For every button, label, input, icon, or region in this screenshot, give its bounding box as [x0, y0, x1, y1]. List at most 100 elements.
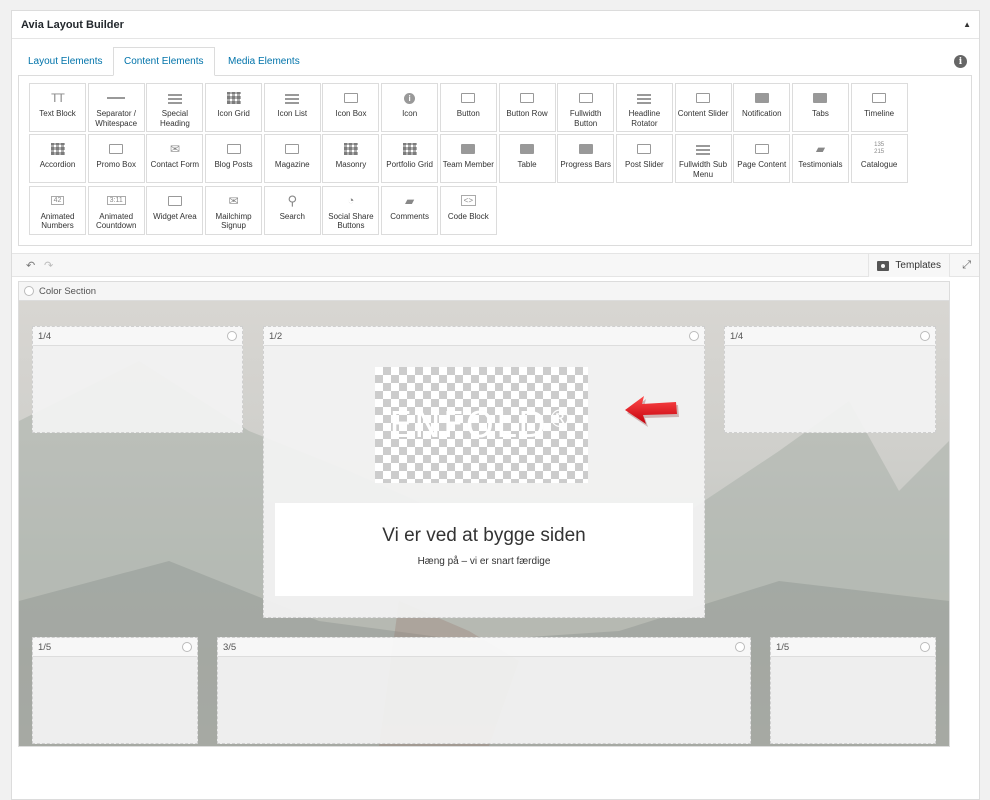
element-table[interactable]: Table: [498, 134, 556, 184]
column-one-fourth-left[interactable]: 1/4: [32, 326, 243, 433]
icon-list-icon: [282, 91, 302, 105]
content-slider-icon: [693, 91, 713, 105]
element-code-block[interactable]: <> Code Block: [439, 185, 497, 235]
icon-glyph: TT: [51, 91, 65, 105]
element-button-row[interactable]: Button Row: [498, 83, 556, 132]
logo-image[interactable]: ENFOLD®: [375, 367, 588, 483]
element-testimonials[interactable]: ▰ Testimonials: [791, 134, 849, 184]
element-headline-rotator[interactable]: Headline Rotator: [615, 83, 673, 132]
element-tabs[interactable]: Tabs: [791, 83, 849, 132]
panel-header[interactable]: Avia Layout Builder ▲: [12, 11, 979, 39]
element-contact-form[interactable]: ✉ Contact Form: [146, 134, 204, 184]
element-team-member[interactable]: Team Member: [439, 134, 497, 184]
element-label: Animated Countdown: [95, 211, 137, 231]
redo-icon[interactable]: ↷: [44, 259, 53, 272]
element-search[interactable]: ⚲ Search: [263, 185, 321, 235]
element-special-heading[interactable]: Special Heading: [146, 83, 204, 132]
tab-media-elements[interactable]: Media Elements: [218, 47, 310, 76]
element-label: Promo Box: [96, 160, 136, 170]
element-label: Icon: [402, 109, 418, 118]
element-label: Icon Box: [335, 109, 367, 118]
icon-glyph: ✉: [228, 193, 239, 208]
column-three-fifth[interactable]: 3/5: [217, 637, 751, 744]
undo-icon[interactable]: ↶: [26, 259, 35, 272]
element-label: Catalogue: [860, 160, 898, 170]
element-widget-area[interactable]: Widget Area: [146, 185, 204, 235]
element-promo-box[interactable]: Promo Box: [87, 134, 145, 184]
element-notification[interactable]: Notification: [733, 83, 791, 132]
team-icon: [458, 142, 478, 156]
element-post-slider[interactable]: Post Slider: [615, 134, 673, 184]
widget-area-icon: [165, 194, 185, 208]
icon-glyph: 215: [874, 149, 885, 156]
element-label: Portfolio Grid: [386, 160, 433, 170]
element-blog-posts[interactable]: Blog Posts: [205, 134, 263, 184]
icon-glyph: [109, 144, 124, 155]
column-radio-icon[interactable]: [182, 642, 192, 652]
icon-glyph: [226, 144, 241, 155]
tab-layout-elements[interactable]: Layout Elements: [18, 47, 113, 76]
element-mailchimp-signup[interactable]: ✉ Mailchimp Signup: [205, 185, 263, 235]
icon-glyph: [402, 143, 417, 156]
element-catalogue[interactable]: 135 215 Catalogue: [850, 134, 908, 184]
element-text-block[interactable]: TT Text Block: [29, 83, 86, 132]
element-fullwidth-button[interactable]: Fullwidth Button: [557, 83, 615, 132]
element-progress-bars[interactable]: Progress Bars: [557, 134, 615, 184]
icon-glyph: [226, 92, 241, 104]
element-page-content[interactable]: Page Content: [733, 134, 791, 184]
builder-toolbar: ↶ ↷ Templates ⤢: [12, 253, 979, 277]
column-radio-icon[interactable]: [920, 331, 930, 341]
element-animated-countdown[interactable]: 3:11 Animated Countdown: [87, 185, 145, 235]
element-timeline[interactable]: Timeline: [850, 83, 908, 132]
column-one-half[interactable]: 1/2 ENFOLD® Vi er ved at bygge siden Hæn…: [263, 326, 705, 618]
color-section-header[interactable]: Color Section: [19, 282, 949, 301]
element-icon-grid[interactable]: Icon Grid: [205, 83, 263, 132]
column-size-label: 1/5: [776, 641, 790, 653]
notification-icon: [752, 91, 772, 105]
icon-glyph: [637, 144, 652, 155]
element-accordion[interactable]: Accordion: [29, 134, 86, 184]
section-radio-icon[interactable]: [24, 286, 34, 296]
text-block[interactable]: Vi er ved at bygge siden Hæng på – vi er…: [275, 503, 693, 596]
info-icon[interactable]: i: [954, 55, 967, 68]
element-portfolio-grid[interactable]: Portfolio Grid: [381, 134, 439, 184]
column-header: 3/5: [218, 638, 750, 657]
elements-grid: TT Text Block Separator / Whitespace Specia…: [29, 83, 971, 235]
element-icon-list[interactable]: Icon List: [263, 83, 321, 132]
element-masonry[interactable]: Masonry: [322, 134, 380, 184]
element-button[interactable]: Button: [439, 83, 497, 132]
column-one-fourth-right[interactable]: 1/4: [724, 326, 936, 433]
column-radio-icon[interactable]: [920, 642, 930, 652]
element-icon[interactable]: i Icon: [381, 83, 439, 132]
column-radio-icon[interactable]: [689, 331, 699, 341]
element-label: Icon List: [277, 109, 308, 118]
element-label: Separator / Whitespace: [95, 109, 138, 128]
column-one-fifth-right[interactable]: 1/5: [770, 637, 936, 744]
element-icon-box[interactable]: Icon Box: [322, 83, 380, 132]
element-comments[interactable]: ▰ Comments: [381, 185, 439, 235]
element-label: Contact Form: [150, 160, 200, 170]
collapse-arrow-icon[interactable]: ▲: [963, 20, 971, 29]
sub-menu-icon: [693, 142, 713, 156]
color-section-label: Color Section: [39, 285, 97, 297]
element-animated-numbers[interactable]: 42 Animated Numbers: [29, 185, 86, 235]
element-separator-whitespace[interactable]: Separator / Whitespace: [87, 83, 145, 132]
element-label: Search: [279, 211, 305, 221]
tab-content-elements[interactable]: Content Elements: [113, 47, 215, 76]
fullscreen-icon[interactable]: ⤢: [962, 259, 971, 272]
column-one-fifth-left[interactable]: 1/5: [32, 637, 198, 744]
element-social-share-buttons[interactable]: ◔ Social Share Buttons: [322, 185, 380, 235]
element-content-slider[interactable]: Content Slider: [674, 83, 732, 132]
element-label: Page Content: [737, 160, 787, 170]
color-section[interactable]: Color Section 1/4 1/2 ENFOLD® Vi er ved …: [18, 281, 950, 747]
column-radio-icon[interactable]: [227, 331, 237, 341]
element-fullwidth-sub-menu[interactable]: Fullwidth Sub Menu: [674, 134, 732, 184]
templates-button[interactable]: Templates: [868, 254, 950, 277]
headline-rotator-icon: [634, 91, 654, 105]
element-label: Animated Numbers: [40, 211, 75, 231]
element-label: Blog Posts: [214, 160, 253, 170]
column-radio-icon[interactable]: [735, 642, 745, 652]
element-magazine[interactable]: Magazine: [263, 134, 321, 184]
icon-glyph: [578, 93, 593, 103]
masonry-icon: [341, 142, 361, 156]
